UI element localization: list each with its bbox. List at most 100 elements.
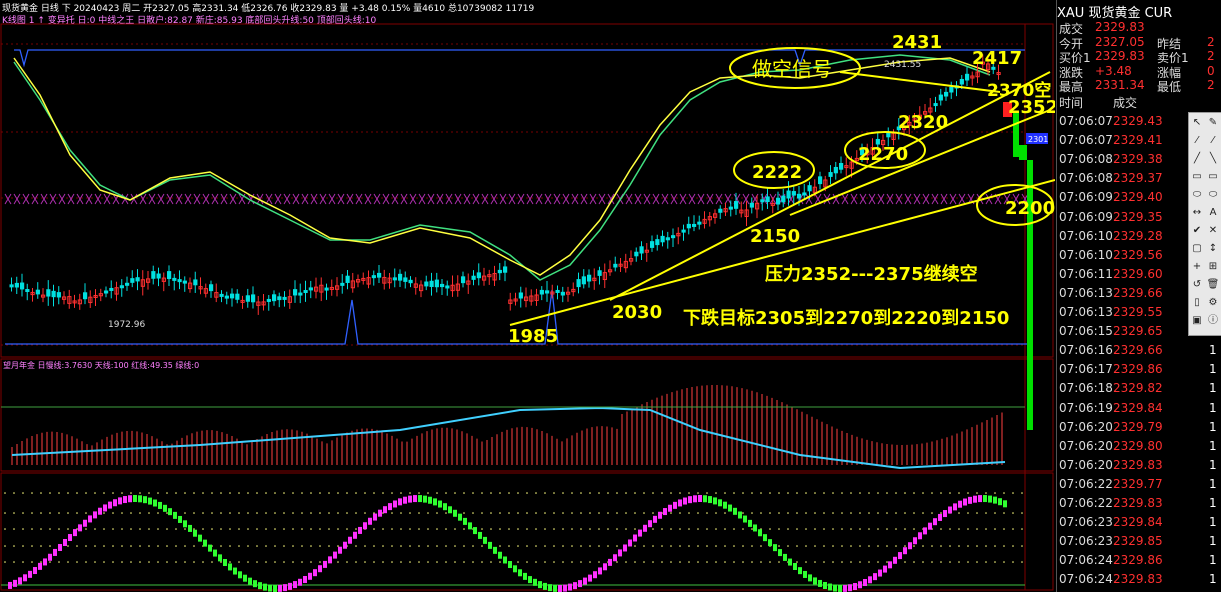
sub2-dot xyxy=(886,545,888,547)
sub2-marker xyxy=(753,524,757,532)
toolbar-tool-icon[interactable]: ╱ xyxy=(1190,152,1204,166)
toolbar-tool-icon[interactable]: ⬭ xyxy=(1206,188,1220,202)
sub2-dot xyxy=(652,512,654,514)
tick-header-time: 时间 xyxy=(1059,96,1084,110)
sub2-marker xyxy=(953,503,957,511)
quote-val: 2329.83 xyxy=(1095,49,1145,63)
sub2-dot xyxy=(490,528,492,530)
band-mark xyxy=(346,193,354,205)
toolbar-tool-icon[interactable]: ↔ xyxy=(1190,206,1204,220)
toolbar-tool-icon[interactable]: ╲ xyxy=(1206,152,1220,166)
sub2-dot xyxy=(346,528,348,530)
chart-area[interactable]: 现货黄金 日线 下 20240423 周二 开2327.05 高2331.34 … xyxy=(0,0,1055,592)
band-mark xyxy=(274,193,282,205)
candle-body xyxy=(581,276,586,285)
candle-body xyxy=(639,246,644,254)
sub2-marker xyxy=(988,495,992,503)
pressure-annotation: 压力2352---2375继续空 xyxy=(765,263,978,285)
sub2-marker xyxy=(668,504,672,512)
toolbar-tool-icon[interactable]: ⁄ xyxy=(1206,134,1220,148)
sub2-dot xyxy=(769,528,771,530)
toolbar-tool-icon[interactable]: ▭ xyxy=(1190,170,1204,184)
tick-time: 07:06:23 xyxy=(1059,534,1113,549)
sub2-dot xyxy=(409,545,411,547)
toolbar-tool-icon[interactable]: ↺ xyxy=(1190,278,1204,292)
tick-time: 07:06:19 xyxy=(1059,400,1113,415)
candle-body xyxy=(219,293,224,297)
sub2-marker xyxy=(268,584,272,592)
sub2-marker xyxy=(203,539,207,547)
sub2-dot xyxy=(283,492,285,494)
sub2-dot xyxy=(94,561,96,563)
sub2-dot xyxy=(103,492,105,494)
toolbar-tool-icon[interactable]: ▯ xyxy=(1190,296,1204,310)
sub2-dot xyxy=(742,492,744,494)
tick-volume: 1 xyxy=(1209,343,1217,358)
sub2-marker xyxy=(68,534,72,542)
toolbar-tool-icon[interactable]: 🗑 xyxy=(1206,278,1220,292)
toolbar-tool-icon[interactable]: ↖ xyxy=(1190,116,1204,130)
sub2-marker xyxy=(898,552,902,560)
sub2-dot xyxy=(562,492,564,494)
sub2-marker xyxy=(673,501,677,509)
band-mark xyxy=(76,193,84,205)
toolbar-tool-icon[interactable]: ⬭ xyxy=(1190,188,1204,202)
sub2-dot xyxy=(49,492,51,494)
toolbar-tool-icon[interactable]: ▭ xyxy=(1206,170,1220,184)
sub2-dot xyxy=(103,512,105,514)
tick-volume: 1 xyxy=(1209,476,1217,491)
sub2-dot xyxy=(715,512,717,514)
candle-body xyxy=(503,266,508,273)
toolbar-tool-icon[interactable]: ⁄ xyxy=(1190,134,1204,148)
toolbar-tool-icon[interactable]: ✎ xyxy=(1206,116,1220,130)
toolbar-tool-icon[interactable]: ↕ xyxy=(1206,242,1220,256)
sub2-dot xyxy=(652,545,654,547)
sub2-marker xyxy=(283,584,287,592)
toolbar-tool-icon[interactable]: ⚙ xyxy=(1206,296,1220,310)
chart-svg[interactable]: 做空信号243124172370空23522320227022222200215… xyxy=(0,0,1055,592)
sub2-dot xyxy=(409,528,411,530)
sub2-marker xyxy=(453,509,457,517)
sub2-marker xyxy=(703,495,707,503)
sub2-dot xyxy=(985,492,987,494)
candle-body xyxy=(749,202,754,208)
sub1-cyan-line xyxy=(11,406,1006,470)
band-mark xyxy=(895,193,903,205)
toolbar-tool-icon[interactable]: ⊞ xyxy=(1206,260,1220,274)
sub2-dot xyxy=(445,545,447,547)
toolbar-tool-icon[interactable]: A xyxy=(1206,206,1220,220)
sub2-dot xyxy=(472,561,474,563)
toolbar-tool-icon[interactable]: ✕ xyxy=(1206,224,1220,238)
sub2-dot xyxy=(373,492,375,494)
candle-body xyxy=(665,237,670,241)
sub2-dot xyxy=(148,528,150,530)
sub2-dot xyxy=(580,512,582,514)
sub2-dot xyxy=(751,528,753,530)
band-mark xyxy=(841,193,849,205)
toolbar-tool-icon[interactable]: + xyxy=(1190,260,1204,274)
sub2-dot xyxy=(724,545,726,547)
sub2-dot xyxy=(823,528,825,530)
candle-body xyxy=(377,272,382,278)
sub2-marker xyxy=(803,570,807,578)
toolbar-tool-icon[interactable]: ▢ xyxy=(1190,242,1204,256)
tick-price: 2329.83 xyxy=(1113,572,1163,587)
sub2-dot xyxy=(283,528,285,530)
sub2-dot xyxy=(13,512,15,514)
sub2-dot xyxy=(94,492,96,494)
sub2-marker xyxy=(418,495,422,503)
sub2-dot xyxy=(895,545,897,547)
sub2-marker xyxy=(778,549,782,557)
sub2-dot xyxy=(742,512,744,514)
sub2-dot xyxy=(589,528,591,530)
tick-header: 时间 成交 xyxy=(1059,94,1137,111)
band-mark xyxy=(409,193,417,205)
tick-time: 07:06:10 xyxy=(1059,247,1113,262)
sub2-dot xyxy=(328,492,330,494)
toolbar-tool-icon[interactable]: ✔ xyxy=(1190,224,1204,238)
toolbar-tool-icon[interactable]: ▣ xyxy=(1190,314,1204,328)
candle-body xyxy=(597,270,602,276)
toolbar-tool-icon[interactable]: ⓘ xyxy=(1206,314,1220,328)
sub2-dot xyxy=(679,492,681,494)
sub2-dot xyxy=(751,545,753,547)
